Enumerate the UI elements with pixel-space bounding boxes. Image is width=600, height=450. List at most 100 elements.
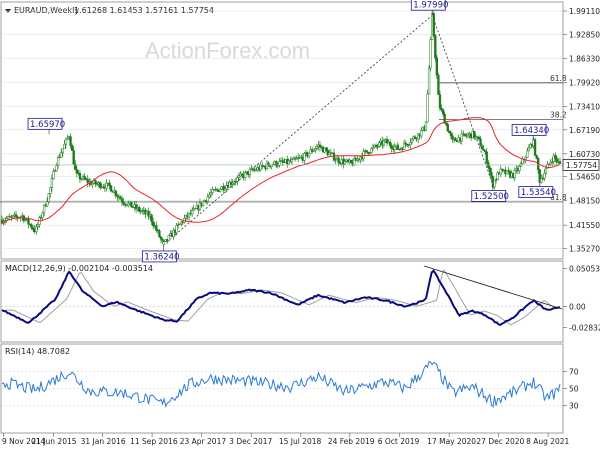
time-tick-label: 24 Feb 2019 — [328, 437, 375, 446]
candle-body — [426, 93, 429, 123]
candle-body — [158, 230, 161, 238]
candle-body — [362, 151, 365, 159]
candle-body — [69, 136, 72, 146]
candle-body — [337, 157, 340, 164]
price-tick-label: 1.73410 — [569, 103, 600, 112]
candle-body — [75, 169, 78, 174]
candle-body — [208, 194, 211, 198]
candle-body — [378, 142, 381, 147]
candle-body — [493, 180, 496, 188]
rsi-tick-label: 70 — [569, 368, 579, 377]
time-tick-label: 21 Jun 2015 — [31, 437, 76, 446]
candle-body — [370, 148, 373, 153]
candle-body — [63, 143, 66, 149]
price-tick-label: 1.54650 — [569, 172, 600, 181]
candle-body — [544, 167, 548, 174]
candle-body — [248, 169, 251, 176]
candle-body — [490, 172, 493, 177]
candle-body — [410, 138, 414, 143]
candle-body — [150, 214, 153, 222]
candle-body — [14, 214, 18, 217]
candle-body — [119, 196, 122, 200]
time-tick-label: 27 Dec 2020 — [476, 437, 524, 446]
candle-body — [70, 145, 74, 151]
candle-body — [83, 176, 86, 180]
price-callout-label: 1.36240 — [144, 252, 179, 262]
candle-body — [315, 146, 318, 149]
price-callout-label: 1.53540 — [521, 188, 556, 198]
fib-level-label: 61.8 — [550, 74, 567, 83]
candle-body — [463, 133, 467, 136]
candle-body — [130, 201, 133, 208]
candle-body — [535, 154, 538, 159]
candle-body — [290, 159, 294, 163]
candle-body — [438, 94, 442, 109]
time-tick-label: 6 Oct 2019 — [378, 437, 420, 446]
candle-body — [41, 212, 44, 219]
candle-body — [159, 236, 163, 240]
candle-body — [35, 226, 38, 233]
candle-body — [540, 178, 543, 183]
candle-body — [440, 108, 443, 111]
candle-body — [332, 152, 336, 161]
candle-body — [201, 201, 205, 206]
candle-body — [206, 196, 209, 202]
candle-body — [409, 142, 412, 145]
rsi-tick-label: 50 — [569, 385, 579, 394]
candle-body — [219, 189, 222, 192]
candle-body — [91, 182, 94, 186]
candle-body — [526, 150, 529, 158]
candle-body — [155, 225, 158, 231]
candle-body — [120, 198, 124, 203]
candle-body — [480, 145, 484, 150]
price-tick-label: 1.99110 — [569, 7, 600, 16]
candle-body — [543, 172, 546, 179]
candle-body — [30, 224, 33, 229]
candle-body — [244, 172, 247, 178]
candle-body — [94, 180, 97, 185]
macd-tick-label: 0.05053 — [569, 265, 600, 274]
candle-body — [307, 152, 311, 157]
candle-body — [167, 235, 170, 242]
price-tick-label: 1.92850 — [569, 30, 600, 39]
candle-body — [554, 155, 557, 160]
price-tick-label: 1.67190 — [569, 126, 600, 135]
candle-body — [393, 146, 396, 150]
candle-body — [237, 175, 241, 178]
candle-body — [485, 151, 488, 163]
candle-body — [427, 67, 431, 95]
time-tick-label: 8 Aug 2021 — [526, 437, 569, 446]
candle-body — [64, 138, 68, 145]
chart-canvas: ActionForex.com EURAUD,Weekly 1.61268 1.… — [0, 0, 600, 450]
macd-tick-label: 0.00 — [569, 302, 586, 311]
price-tick-label: 1.41550 — [569, 221, 600, 230]
candle-body — [36, 224, 39, 227]
candle-body — [27, 218, 30, 225]
price-callout-label: 1.97990 — [413, 1, 448, 11]
price-tick-label: 1.35270 — [569, 245, 600, 254]
time-tick-label: 3 Dec 2017 — [229, 437, 272, 446]
price-callout-label: 1.65970 — [30, 120, 65, 130]
candle-body — [454, 138, 457, 142]
watermark: ActionForex.com — [145, 38, 310, 63]
candle-body — [191, 209, 194, 215]
candle-body — [114, 190, 117, 196]
candle-body — [109, 185, 113, 192]
time-tick-label: 17 May 2020 — [427, 437, 476, 446]
candle-body — [61, 148, 64, 154]
candle-body — [460, 133, 463, 142]
current-price-label: 1.57754 — [566, 161, 597, 170]
candle-body — [558, 161, 562, 164]
ohlc-readout: 1.61268 1.61453 1.57161 1.57754 — [74, 6, 214, 15]
candle-body — [175, 225, 178, 234]
fib-level-label: 38.2 — [550, 111, 567, 120]
candle-body — [50, 178, 54, 188]
price-callout-label: 1.52500 — [474, 192, 509, 202]
price-tick-label: 1.60730 — [569, 150, 600, 159]
candle-body — [382, 140, 386, 146]
candle-body — [513, 169, 516, 178]
candle-body — [52, 171, 55, 179]
candle-body — [325, 147, 328, 151]
candle-body — [72, 150, 75, 165]
candle-body — [488, 167, 492, 173]
